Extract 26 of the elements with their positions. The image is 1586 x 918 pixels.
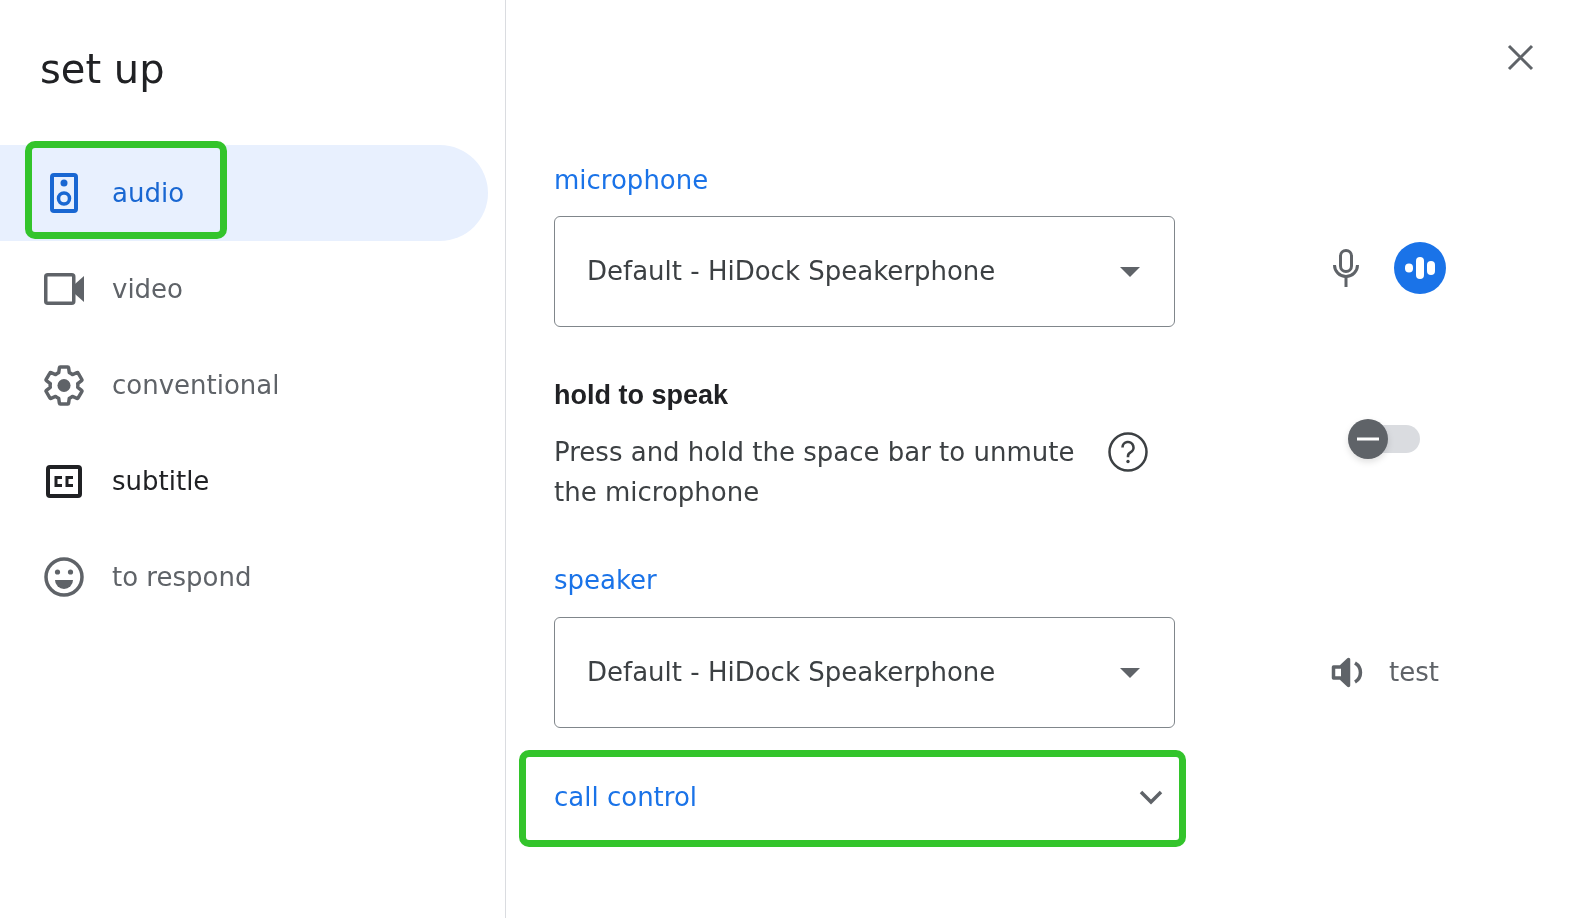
gear-icon	[44, 364, 84, 406]
dialog-title: set up	[40, 45, 165, 93]
caret-down-icon	[1120, 667, 1140, 678]
device-dropdown[interactable]: Default - HiDock Speakerphone	[554, 617, 1175, 728]
test-button[interactable]: test	[1331, 653, 1439, 692]
sidebar-item[interactable]: conventional	[0, 337, 488, 433]
help-icon[interactable]	[1108, 432, 1148, 472]
smiley-icon	[44, 557, 84, 597]
close-icon	[1506, 43, 1534, 71]
toggle-switch[interactable]	[1348, 419, 1420, 459]
audio-level-icon	[1394, 241, 1446, 294]
section-heading: microphone	[554, 164, 709, 196]
sidebar-item[interactable]: video	[0, 241, 488, 337]
sidebar-item[interactable]: subtitle	[0, 433, 488, 529]
call-control-header[interactable]: call control	[554, 765, 1175, 829]
speaker-icon	[50, 173, 78, 213]
device-dropdown[interactable]: Default - HiDock Speakerphone	[554, 216, 1175, 327]
caret-down-icon	[1120, 266, 1140, 277]
sidebar-item[interactable]: to respond	[0, 529, 488, 625]
closed-captions-icon	[46, 464, 82, 498]
video-camera-icon	[44, 273, 84, 305]
setting-title: hold to speak	[554, 379, 729, 411]
sidebar-item[interactable]: audio	[0, 145, 488, 241]
setting-description: Press and hold the space bar to unmute the microphone	[554, 436, 1076, 509]
microphone-icon	[1332, 248, 1360, 287]
section-heading: speaker	[554, 564, 657, 596]
